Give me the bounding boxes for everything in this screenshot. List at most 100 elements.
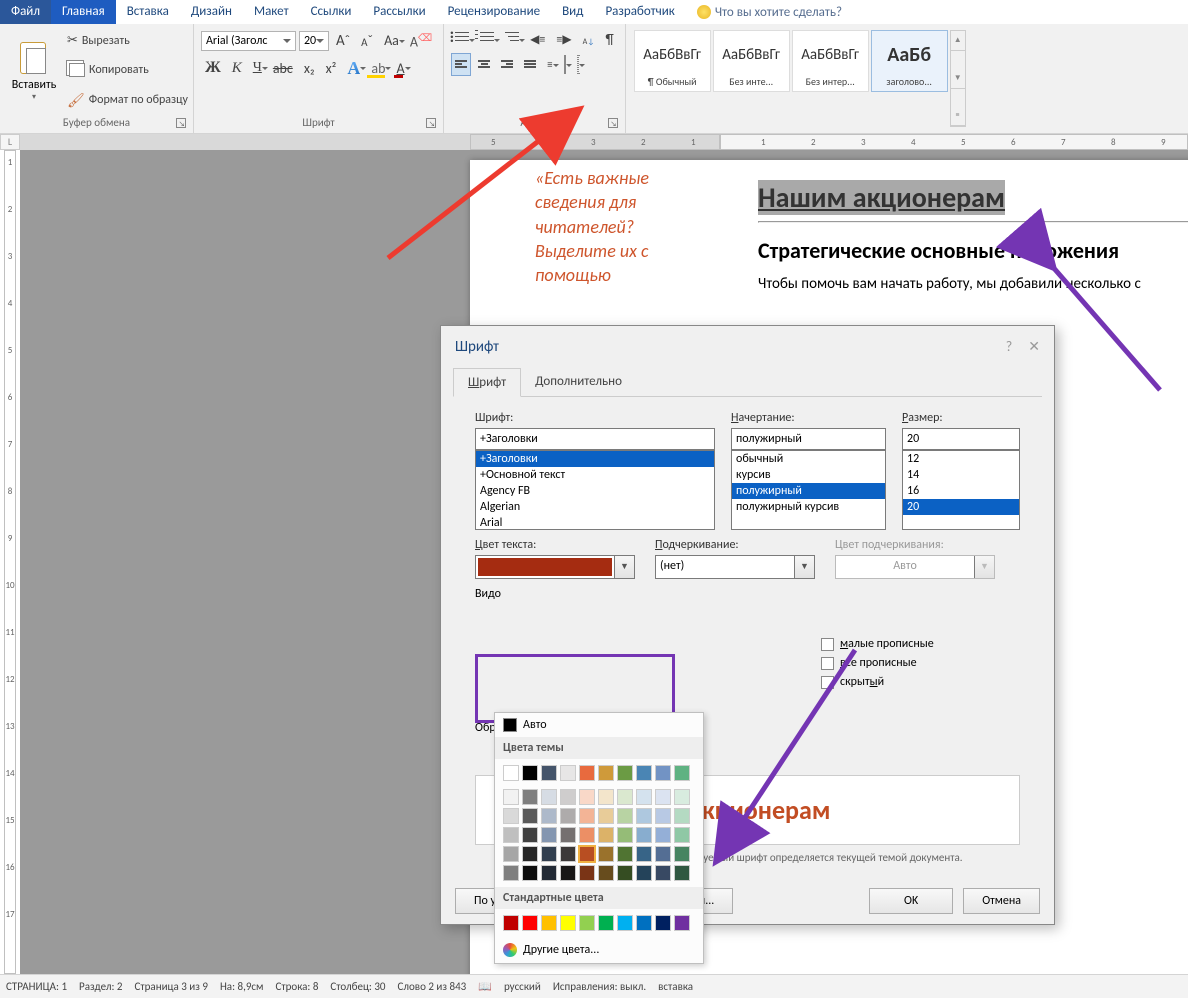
ok-button[interactable]: OK: [869, 888, 953, 914]
check-small-caps[interactable]: малые прописные: [821, 637, 934, 651]
font-size-select[interactable]: 20: [299, 31, 329, 51]
highlight-button[interactable]: ab: [367, 58, 389, 79]
align-center-button[interactable]: [474, 54, 494, 75]
color-swatch[interactable]: [503, 846, 519, 862]
paste-button[interactable]: Вставить ▾: [4, 26, 64, 116]
color-swatch[interactable]: [560, 765, 576, 781]
style-option[interactable]: полужирный курсив: [732, 499, 885, 515]
tab-review[interactable]: Рецензирование: [437, 0, 551, 24]
dialog-tab-font[interactable]: Шрифт: [453, 368, 521, 397]
style-no-spacing[interactable]: АаБбВвГгБез инте...: [713, 30, 790, 92]
color-swatch[interactable]: [522, 846, 538, 862]
style-option[interactable]: полужирный: [732, 483, 885, 499]
color-swatch[interactable]: [617, 808, 633, 824]
color-swatch[interactable]: [541, 827, 557, 843]
style-normal[interactable]: АаБбВвГг¶ Обычный: [634, 30, 711, 92]
color-swatch[interactable]: [522, 865, 538, 881]
decrease-size-button[interactable]: Aˇ: [357, 30, 377, 51]
change-case-button[interactable]: Aa: [380, 30, 403, 51]
color-swatch[interactable]: [674, 765, 690, 781]
increase-size-button[interactable]: Aˆ: [332, 30, 354, 52]
color-swatch[interactable]: [636, 827, 652, 843]
color-swatch[interactable]: [541, 865, 557, 881]
check-hidden[interactable]: скрытый: [821, 675, 934, 689]
color-swatch[interactable]: [636, 789, 652, 805]
format-painter-button[interactable]: 🖌Формат по образцу: [66, 91, 189, 110]
font-option[interactable]: Algerian: [476, 499, 714, 515]
clipboard-launcher[interactable]: [176, 118, 186, 128]
size-input[interactable]: [902, 428, 1020, 450]
color-swatch[interactable]: [598, 808, 614, 824]
size-option[interactable]: 14: [903, 467, 1019, 483]
color-swatch[interactable]: [522, 915, 538, 931]
color-swatch[interactable]: [674, 865, 690, 881]
tell-me[interactable]: Что вы хотите сделать?: [686, 0, 853, 24]
color-swatch[interactable]: [503, 765, 519, 781]
show-marks-button[interactable]: ¶: [601, 29, 617, 50]
subscript-button[interactable]: x₂: [300, 58, 319, 79]
color-swatch[interactable]: [522, 827, 538, 843]
color-swatch[interactable]: [503, 827, 519, 843]
shading-button[interactable]: [560, 54, 570, 75]
color-swatch[interactable]: [541, 765, 557, 781]
color-swatch[interactable]: [617, 789, 633, 805]
color-swatch[interactable]: [522, 808, 538, 824]
color-swatch[interactable]: [655, 808, 671, 824]
color-swatch[interactable]: [655, 915, 671, 931]
color-swatch[interactable]: [655, 865, 671, 881]
color-swatch[interactable]: [598, 915, 614, 931]
color-swatch[interactable]: [636, 865, 652, 881]
borders-button[interactable]: [573, 54, 583, 75]
status-pages[interactable]: Страница 3 из 9: [135, 980, 208, 993]
palette-auto[interactable]: Авто: [495, 713, 703, 737]
color-swatch[interactable]: [541, 789, 557, 805]
color-swatch[interactable]: [560, 789, 576, 805]
color-swatch[interactable]: [655, 765, 671, 781]
font-option[interactable]: Agency FB: [476, 483, 714, 499]
dialog-titlebar[interactable]: Шрифт ? ✕: [441, 326, 1054, 368]
increase-indent-button[interactable]: ≡▶: [552, 30, 575, 49]
align-left-button[interactable]: [451, 53, 471, 76]
decrease-indent-button[interactable]: ◀≡: [526, 30, 549, 49]
bold-button[interactable]: Ж: [201, 57, 225, 79]
color-swatch[interactable]: [522, 765, 538, 781]
style-input[interactable]: [731, 428, 886, 450]
bullets-button[interactable]: [451, 29, 473, 50]
status-pos[interactable]: На: 8,9см: [220, 980, 264, 993]
tab-references[interactable]: Ссылки: [300, 0, 363, 24]
sort-button[interactable]: [579, 29, 599, 50]
color-swatch[interactable]: [541, 846, 557, 862]
color-swatch[interactable]: [503, 808, 519, 824]
line-spacing-button[interactable]: ≡: [543, 56, 556, 73]
color-swatch[interactable]: [636, 915, 652, 931]
color-swatch[interactable]: [598, 827, 614, 843]
color-swatch[interactable]: [617, 765, 633, 781]
justify-button[interactable]: [520, 54, 540, 75]
color-swatch[interactable]: [579, 789, 595, 805]
strike-button[interactable]: abc: [269, 58, 297, 79]
color-swatch[interactable]: [560, 865, 576, 881]
color-swatch[interactable]: [579, 846, 595, 862]
tab-design[interactable]: Дизайн: [180, 0, 243, 24]
color-swatch[interactable]: [541, 915, 557, 931]
font-option[interactable]: +Основной текст: [476, 467, 714, 483]
color-swatch[interactable]: [579, 865, 595, 881]
color-swatch[interactable]: [655, 789, 671, 805]
numbering-button[interactable]: [476, 29, 498, 50]
color-swatch[interactable]: [560, 827, 576, 843]
tab-insert[interactable]: Вставка: [116, 0, 180, 24]
check-all-caps[interactable]: все прописные: [821, 656, 934, 670]
color-swatch[interactable]: [598, 865, 614, 881]
style-option[interactable]: обычный: [732, 451, 885, 467]
color-swatch[interactable]: [560, 808, 576, 824]
font-list[interactable]: +Заголовки+Основной текстAgency FBAlgeri…: [475, 450, 715, 530]
font-color-select[interactable]: ▼: [475, 555, 635, 579]
size-list[interactable]: 12141620: [902, 450, 1020, 530]
copy-button[interactable]: Копировать: [66, 62, 189, 78]
status-words[interactable]: Слово 2 из 843: [398, 980, 467, 993]
superscript-button[interactable]: x²: [322, 58, 341, 79]
status-section[interactable]: Раздел: 2: [79, 980, 122, 993]
status-page[interactable]: СТРАНИЦА: 1: [6, 980, 67, 993]
color-swatch[interactable]: [674, 789, 690, 805]
color-swatch[interactable]: [674, 827, 690, 843]
